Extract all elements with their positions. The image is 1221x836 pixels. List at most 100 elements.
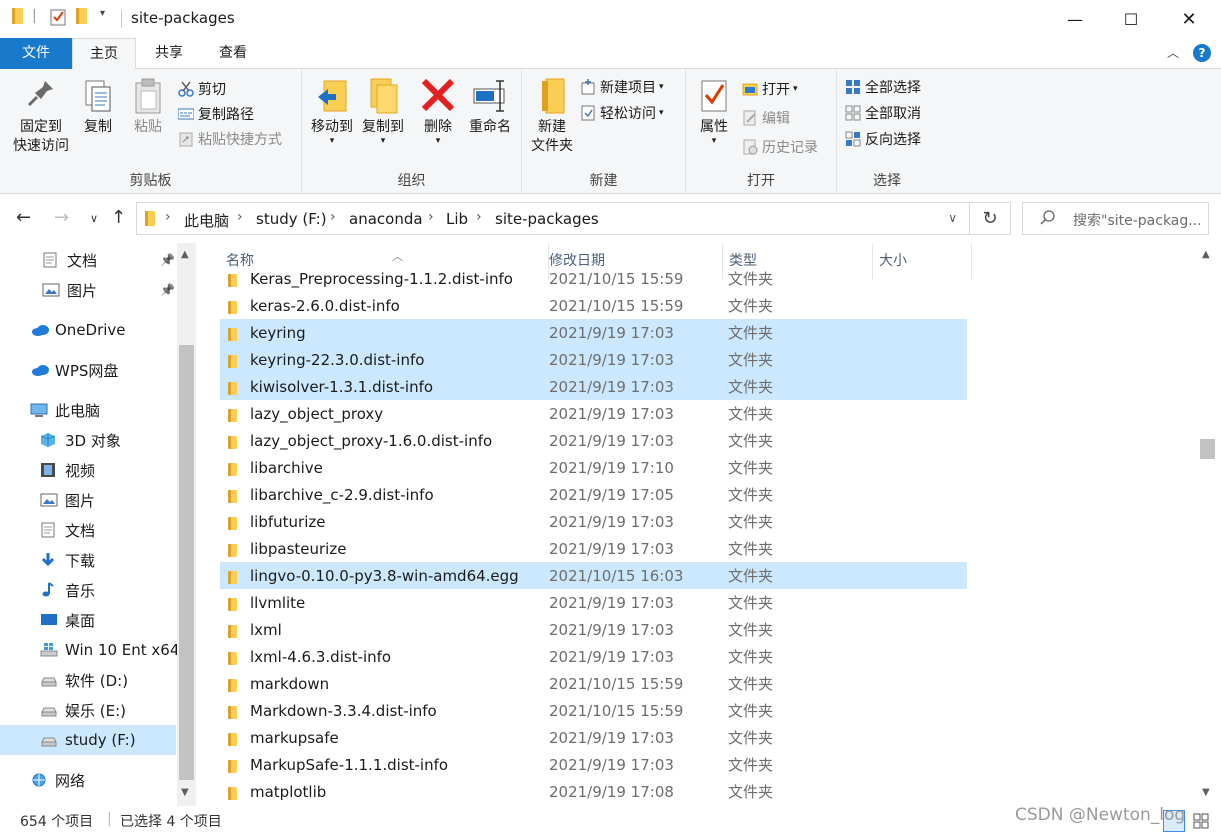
breadcrumb-site-packages[interactable]: site-packages <box>495 210 599 228</box>
file-row[interactable]: kiwisolver-1.3.1.dist-info 2021/9/19 17:0… <box>220 373 967 400</box>
paste-shortcut-button[interactable]: 粘贴快捷方式 <box>178 127 282 151</box>
file-row[interactable]: markdown 2021/10/15 15:59 文件夹 <box>220 670 967 697</box>
history-button[interactable]: 历史记录 <box>742 135 818 159</box>
nav-item[interactable]: study (F:) <box>0 725 176 755</box>
nav-item[interactable]: 网络 <box>0 765 176 795</box>
move-to-button[interactable]: 移动到 ▾ <box>306 75 358 146</box>
computer-icon <box>30 402 48 418</box>
breadcrumb-drive[interactable]: study (F:) <box>256 210 327 228</box>
file-row[interactable]: lxml 2021/9/19 17:03 文件夹 <box>220 616 967 643</box>
nav-item-label: 下载 <box>65 551 96 570</box>
new-folder-button[interactable]: 新建 文件夹 <box>526 75 578 156</box>
file-row[interactable]: libfuturize 2021/9/19 17:03 文件夹 <box>220 508 967 535</box>
file-list-scrollbar[interactable]: ▲ ▼ <box>1198 243 1217 806</box>
file-type: 文件夹 <box>728 486 774 504</box>
pictures-icon <box>40 492 58 508</box>
file-row[interactable]: matplotlib 2021/9/19 17:08 文件夹 <box>220 778 967 805</box>
quick-access-dropdown-icon[interactable]: ▾ <box>100 8 105 19</box>
nav-scrollbar[interactable]: ▲ ▼ <box>177 243 196 806</box>
address-bar[interactable]: › 此电脑 › study (F:) › anaconda › Lib › si… <box>136 202 970 235</box>
breadcrumb-lib[interactable]: Lib <box>446 210 468 228</box>
scroll-up-icon[interactable]: ▲ <box>181 249 189 260</box>
refresh-icon[interactable]: ↻ <box>970 202 1011 235</box>
nav-item[interactable]: OneDrive <box>0 315 176 345</box>
easy-access-button[interactable]: 轻松访问 ▾ <box>580 101 664 125</box>
breadcrumb-this-pc[interactable]: 此电脑 <box>184 210 229 231</box>
tab-home[interactable]: 主页 <box>72 38 136 70</box>
tab-share[interactable]: 共享 <box>137 38 201 69</box>
file-row[interactable]: libpasteurize 2021/9/19 17:03 文件夹 <box>220 535 967 562</box>
nav-item[interactable]: 桌面 <box>0 605 176 635</box>
tab-file[interactable]: 文件 <box>0 38 72 69</box>
rename-button[interactable]: 重命名 <box>462 75 518 137</box>
search-input[interactable]: 搜索"site-packag... <box>1022 202 1209 235</box>
chevron-up-icon[interactable]: ︿ <box>1167 44 1179 61</box>
invert-selection-button[interactable]: 反向选择 <box>845 127 921 151</box>
nav-item[interactable]: 3D 对象 <box>0 425 176 455</box>
file-row[interactable]: libarchive_c-2.9.dist-info 2021/9/19 17:0… <box>220 481 967 508</box>
back-arrow-icon[interactable]: ← <box>16 207 31 228</box>
pin-to-quick-access-button[interactable]: 固定到 快速访问 <box>6 75 76 156</box>
nav-item[interactable]: 文档 📌 <box>0 245 176 275</box>
nav-item[interactable]: Win 10 Ent x64 <box>0 635 179 665</box>
nav-item-label: WPS网盘 <box>55 361 119 380</box>
delete-label: 删除 <box>424 119 452 135</box>
new-item-button[interactable]: 新建项目 ▾ <box>580 75 664 99</box>
large-icons-view-icon[interactable] <box>1190 810 1212 832</box>
new-folder-icon[interactable] <box>76 8 87 24</box>
nav-item[interactable]: 此电脑 <box>0 395 176 425</box>
nav-item[interactable]: 图片 📌 <box>0 275 176 305</box>
close-icon[interactable]: ✕ <box>1160 0 1218 38</box>
file-row[interactable]: Keras_Preprocessing-1.1.2.dist-info 2021/… <box>220 265 967 292</box>
folder-icon <box>228 597 237 615</box>
nav-item[interactable]: 视频 <box>0 455 176 485</box>
file-row[interactable]: lxml-4.6.3.dist-info 2021/9/19 17:03 文件夹 <box>220 643 967 670</box>
file-row[interactable]: keras-2.6.0.dist-info 2021/10/15 15:59 文件夹 <box>220 292 967 319</box>
file-name: libfuturize <box>250 512 326 531</box>
up-arrow-icon[interactable]: ↑ <box>111 207 126 228</box>
properties-check-icon[interactable] <box>50 8 66 26</box>
paste-button[interactable]: 粘贴 <box>126 75 170 137</box>
properties-button[interactable]: 属性 ▾ <box>692 75 736 146</box>
edit-button[interactable]: 编辑 <box>742 106 790 130</box>
file-row[interactable]: MarkupSafe-1.1.1.dist-info 2021/9/19 17:0… <box>220 751 967 778</box>
nav-item[interactable]: 音乐 <box>0 575 176 605</box>
select-none-button[interactable]: 全部取消 <box>845 101 921 125</box>
file-row[interactable]: lingvo-0.10.0-py3.8-win-amd64.egg 2021/10… <box>220 562 967 589</box>
nav-item[interactable]: 图片 <box>0 485 176 515</box>
select-all-button[interactable]: 全部选择 <box>845 75 921 99</box>
copy-path-button[interactable]: 复制路径 <box>177 102 254 126</box>
file-row[interactable]: lazy_object_proxy-1.6.0.dist-info 2021/9/… <box>220 427 967 454</box>
scroll-up-icon[interactable]: ▲ <box>1202 249 1210 260</box>
nav-item[interactable]: 软件 (D:) <box>0 665 176 695</box>
file-row[interactable]: llvmlite 2021/9/19 17:03 文件夹 <box>220 589 967 616</box>
help-icon[interactable]: ? <box>1193 44 1211 62</box>
breadcrumb-anaconda[interactable]: anaconda <box>349 210 423 228</box>
copy-button[interactable]: 复制 <box>76 75 120 137</box>
forward-arrow-icon[interactable]: → <box>54 207 69 228</box>
file-scroll-thumb[interactable] <box>1200 439 1215 459</box>
maximize-icon[interactable]: ☐ <box>1102 0 1160 38</box>
nav-scroll-thumb[interactable] <box>179 345 194 780</box>
file-row[interactable]: keyring 2021/9/19 17:03 文件夹 <box>220 319 967 346</box>
scroll-down-icon[interactable]: ▼ <box>181 787 189 798</box>
nav-item[interactable]: 文档 <box>0 515 176 545</box>
chevron-down-icon[interactable]: ∨ <box>948 211 957 225</box>
scroll-down-icon[interactable]: ▼ <box>1202 787 1210 798</box>
tab-view[interactable]: 查看 <box>201 38 265 69</box>
file-row[interactable]: Markdown-3.3.4.dist-info 2021/10/15 15:59… <box>220 697 967 724</box>
file-row[interactable]: keyring-22.3.0.dist-info 2021/9/19 17:03 文… <box>220 346 967 373</box>
nav-item[interactable]: 下载 <box>0 545 176 575</box>
delete-button[interactable]: 删除 ▾ <box>416 75 460 146</box>
open-button[interactable]: 打开 ▾ <box>742 77 798 101</box>
copy-to-button[interactable]: 复制到 ▾ <box>356 75 410 146</box>
new-item-icon <box>580 79 596 95</box>
file-row[interactable]: markupsafe 2021/9/19 17:03 文件夹 <box>220 724 967 751</box>
cut-button[interactable]: 剪切 <box>178 77 226 101</box>
minimize-icon[interactable]: — <box>1046 0 1104 38</box>
file-row[interactable]: lazy_object_proxy 2021/9/19 17:03 文件夹 <box>220 400 967 427</box>
nav-item[interactable]: 娱乐 (E:) <box>0 695 176 725</box>
nav-item[interactable]: WPS网盘 <box>0 355 176 385</box>
file-row[interactable]: libarchive 2021/9/19 17:10 文件夹 <box>220 454 967 481</box>
recent-locations-chevron-icon[interactable]: ∨ <box>90 212 98 225</box>
